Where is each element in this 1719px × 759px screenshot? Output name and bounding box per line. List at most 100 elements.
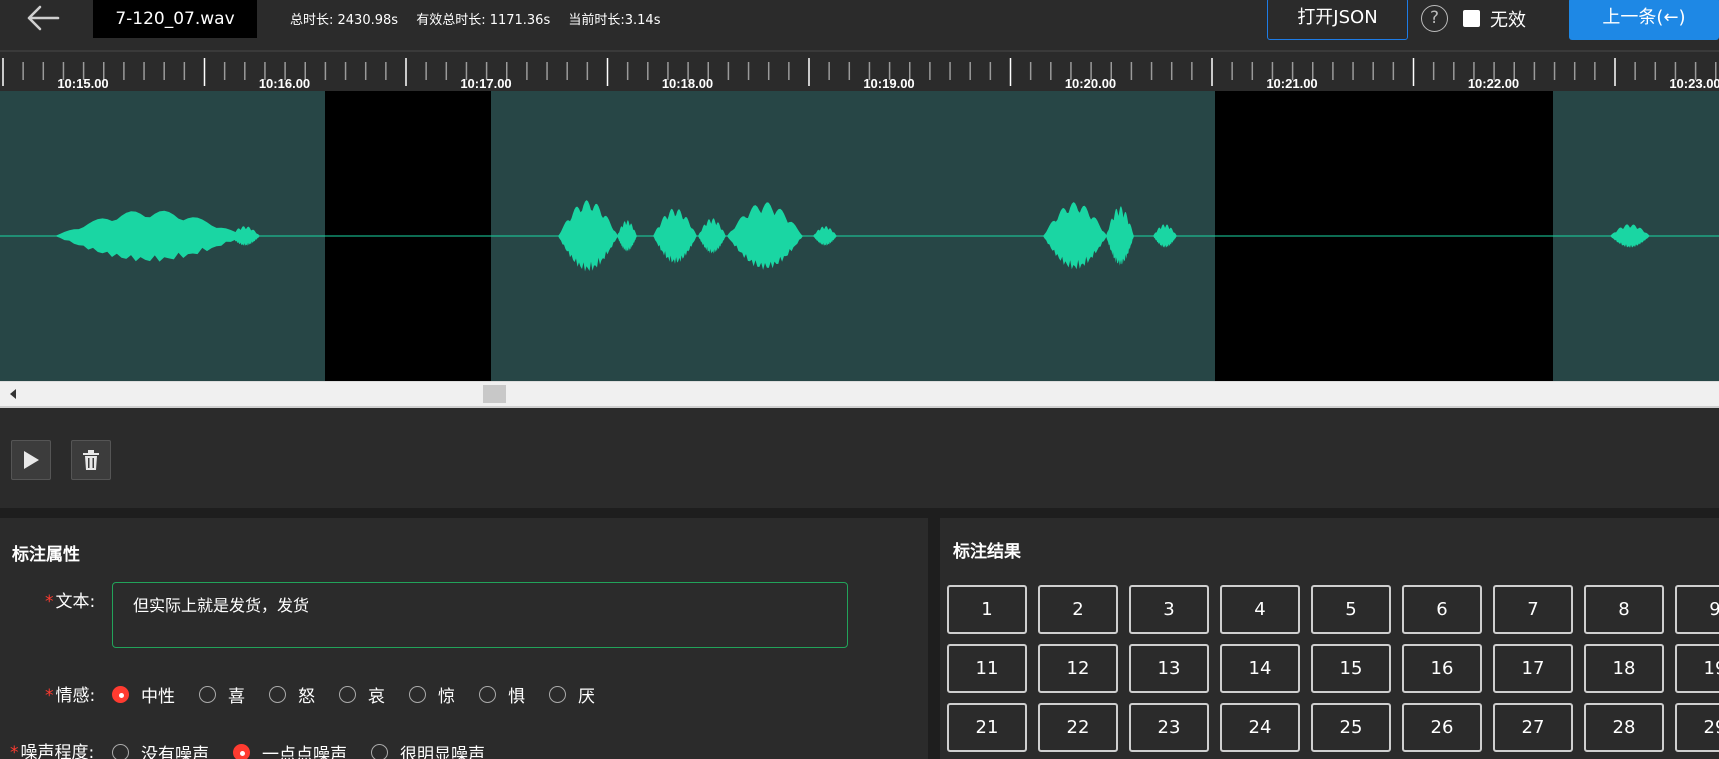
required-mark: * xyxy=(45,686,54,706)
waveform-segment xyxy=(230,226,260,246)
attributes-title: 标注属性 xyxy=(12,545,80,565)
valid-total-duration: 有效总时长: 1171.36s xyxy=(416,13,551,28)
timeline-ruler[interactable]: 10:15.00 10:16.00 10:17.00 10:18.00 10:19.00… xyxy=(0,58,1719,91)
result-segment-button[interactable]: 1 xyxy=(947,585,1027,634)
result-segment-button[interactable]: 4 xyxy=(1220,585,1300,634)
result-segment-button[interactable]: 27 xyxy=(1493,703,1573,752)
results-title: 标注结果 xyxy=(953,542,1021,562)
result-segment-button[interactable]: 26 xyxy=(1402,703,1482,752)
noise-label: 噪声程度: xyxy=(20,743,95,759)
invalid-checkbox[interactable] xyxy=(1463,10,1480,27)
radio-dot-icon xyxy=(549,686,566,703)
filename-label: 7-120_07.wav xyxy=(93,0,257,38)
ruler-time-label: 10:18.00 xyxy=(662,76,713,91)
noise-option[interactable]: 一点点噪声 xyxy=(233,740,347,759)
waveform-segment xyxy=(653,208,697,264)
total-duration: 总时长: 2430.98s xyxy=(290,13,399,28)
emotion-radio-group: 中性 喜 怒 哀 惊 惧 厌 xyxy=(112,682,619,707)
help-icon[interactable]: ? xyxy=(1421,5,1448,32)
result-segment-button[interactable]: 12 xyxy=(1038,644,1118,693)
emotion-option[interactable]: 惊 xyxy=(409,682,455,707)
required-mark: * xyxy=(10,743,19,759)
noise-option[interactable]: 没有噪声 xyxy=(112,740,209,759)
emotion-option-label: 惧 xyxy=(508,687,525,707)
emotion-option[interactable]: 喜 xyxy=(199,682,245,707)
ruler-time-label: 10:16.00 xyxy=(259,76,310,91)
result-segment-button[interactable]: 5 xyxy=(1311,585,1391,634)
result-segment-button[interactable]: 8 xyxy=(1584,585,1664,634)
emotion-option[interactable]: 中性 xyxy=(112,682,175,707)
playback-controls xyxy=(0,408,1719,508)
result-segment-button[interactable]: 15 xyxy=(1311,644,1391,693)
waveform-segment xyxy=(1153,224,1177,248)
header-divider xyxy=(0,50,1719,52)
top-bar: 7-120_07.wav 总时长: 2430.98s 有效总时长: 1171.3… xyxy=(0,0,1719,40)
waveform-segment xyxy=(1610,224,1650,248)
waveform-segment xyxy=(813,226,837,246)
panel-separator xyxy=(0,508,1719,518)
result-segment-button[interactable]: 6 xyxy=(1402,585,1482,634)
result-segment-button[interactable]: 11 xyxy=(947,644,1027,693)
waveform-segment xyxy=(1043,202,1107,270)
radio-dot-icon xyxy=(479,686,496,703)
radio-dot-icon xyxy=(371,744,388,759)
waveform-scrollbar[interactable] xyxy=(0,381,1719,406)
result-segment-button[interactable]: 2 xyxy=(1038,585,1118,634)
ruler-time-label: 10:22.00 xyxy=(1468,76,1519,91)
result-segment-button[interactable]: 24 xyxy=(1220,703,1300,752)
emotion-option[interactable]: 惧 xyxy=(479,682,525,707)
result-segment-button[interactable]: 9 xyxy=(1675,585,1719,634)
waveform-view[interactable] xyxy=(0,91,1719,381)
duration-stats: 总时长: 2430.98s 有效总时长: 1171.36s 当前时长:3.14s xyxy=(290,9,674,28)
delete-button[interactable] xyxy=(71,440,111,480)
text-label: 文本: xyxy=(55,592,96,612)
waveform-canvas xyxy=(0,91,1719,381)
radio-dot-icon xyxy=(112,744,129,759)
text-input[interactable]: 但实际上就是发货，发货 xyxy=(112,582,848,648)
result-segment-button[interactable]: 3 xyxy=(1129,585,1209,634)
result-segment-button[interactable]: 14 xyxy=(1220,644,1300,693)
result-segment-button[interactable]: 16 xyxy=(1402,644,1482,693)
result-segment-button[interactable]: 19 xyxy=(1675,644,1719,693)
noise-option-label: 一点点噪声 xyxy=(262,745,347,759)
scroll-left-arrow-icon[interactable] xyxy=(10,389,16,399)
waveform-segment xyxy=(558,200,618,272)
ruler-time-label: 10:17.00 xyxy=(460,76,511,91)
waveform-segment xyxy=(727,202,803,270)
result-segment-button[interactable]: 13 xyxy=(1129,644,1209,693)
result-segment-button[interactable]: 25 xyxy=(1311,703,1391,752)
panel-vertical-separator xyxy=(928,518,940,759)
emotion-option-label: 哀 xyxy=(368,687,385,707)
emotion-option[interactable]: 怒 xyxy=(269,682,315,707)
emotion-option[interactable]: 厌 xyxy=(549,682,595,707)
result-segment-button[interactable]: 28 xyxy=(1584,703,1664,752)
waveform-segment xyxy=(55,210,245,262)
back-arrow-icon[interactable] xyxy=(26,4,60,32)
emotion-option[interactable]: 哀 xyxy=(339,682,385,707)
radio-dot-icon xyxy=(339,686,356,703)
result-segment-button[interactable]: 23 xyxy=(1129,703,1209,752)
trash-icon xyxy=(83,450,99,470)
radio-dot-icon xyxy=(269,686,286,703)
scroll-thumb[interactable] xyxy=(483,385,506,403)
ruler-time-label: 10:19.00 xyxy=(863,76,914,91)
result-segment-button[interactable]: 21 xyxy=(947,703,1027,752)
ruler-time-label: 10:20.00 xyxy=(1065,76,1116,91)
open-json-button[interactable]: 打开JSON xyxy=(1267,0,1408,40)
noise-option[interactable]: 很明显噪声 xyxy=(371,740,485,759)
emotion-label: 情感: xyxy=(55,686,96,706)
required-mark: * xyxy=(45,592,54,612)
previous-button[interactable]: 上一条(←) xyxy=(1569,0,1719,40)
current-duration: 当前时长:3.14s xyxy=(568,13,661,28)
result-segment-button[interactable]: 17 xyxy=(1493,644,1573,693)
result-segment-button[interactable]: 22 xyxy=(1038,703,1118,752)
result-segment-button[interactable]: 7 xyxy=(1493,585,1573,634)
emotion-field-label: * 情感: xyxy=(45,681,95,706)
result-segment-button[interactable]: 29 xyxy=(1675,703,1719,752)
noise-radio-group: 没有噪声 一点点噪声 很明显噪声 xyxy=(112,740,509,759)
noise-field-label: * 噪声程度: xyxy=(10,738,94,759)
play-button[interactable] xyxy=(11,440,51,480)
result-segment-button[interactable]: 18 xyxy=(1584,644,1664,693)
ruler-time-label: 10:23.00 xyxy=(1669,76,1719,91)
emotion-option-label: 惊 xyxy=(438,687,455,707)
